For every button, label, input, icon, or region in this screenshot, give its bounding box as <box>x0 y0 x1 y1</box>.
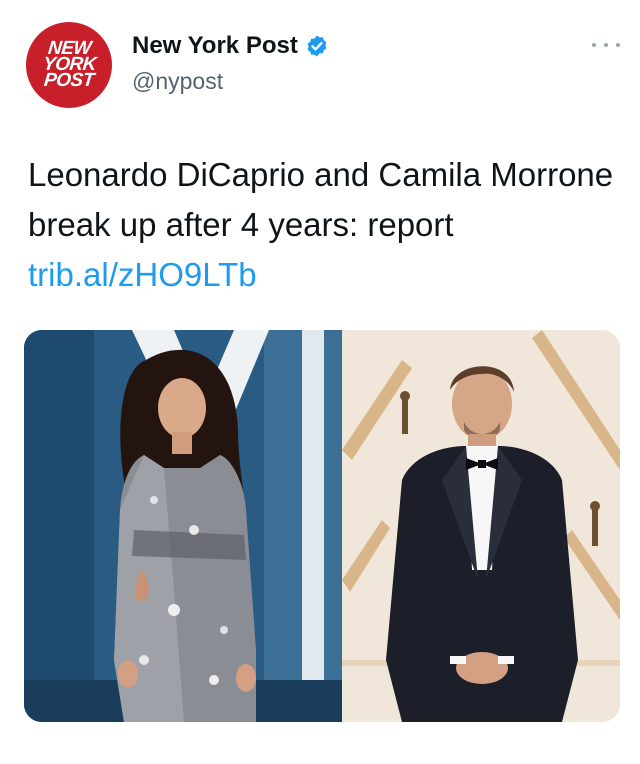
photo-man-tuxedo[interactable] <box>342 330 620 722</box>
avatar[interactable]: NEW YORK POST <box>26 22 112 108</box>
avatar-text-post: POST <box>43 70 96 91</box>
tweet-body: Leonardo DiCaprio and Camila Morrone bre… <box>28 156 614 243</box>
photo-woman-sequin-dress[interactable] <box>24 330 342 722</box>
tweet-media[interactable] <box>24 330 620 722</box>
tweet-card: NEW YORK POST New York Post @nypost Leon… <box>0 0 640 764</box>
name-row: New York Post <box>132 32 329 60</box>
verified-badge-icon <box>305 34 329 58</box>
account-handle[interactable]: @nypost <box>132 68 223 95</box>
tweet-text: Leonardo DiCaprio and Camila Morrone bre… <box>28 150 618 300</box>
more-options-icon[interactable] <box>592 38 620 52</box>
display-name[interactable]: New York Post <box>132 32 298 60</box>
tweet-link[interactable]: trib.al/zHO9LTb <box>28 256 257 293</box>
